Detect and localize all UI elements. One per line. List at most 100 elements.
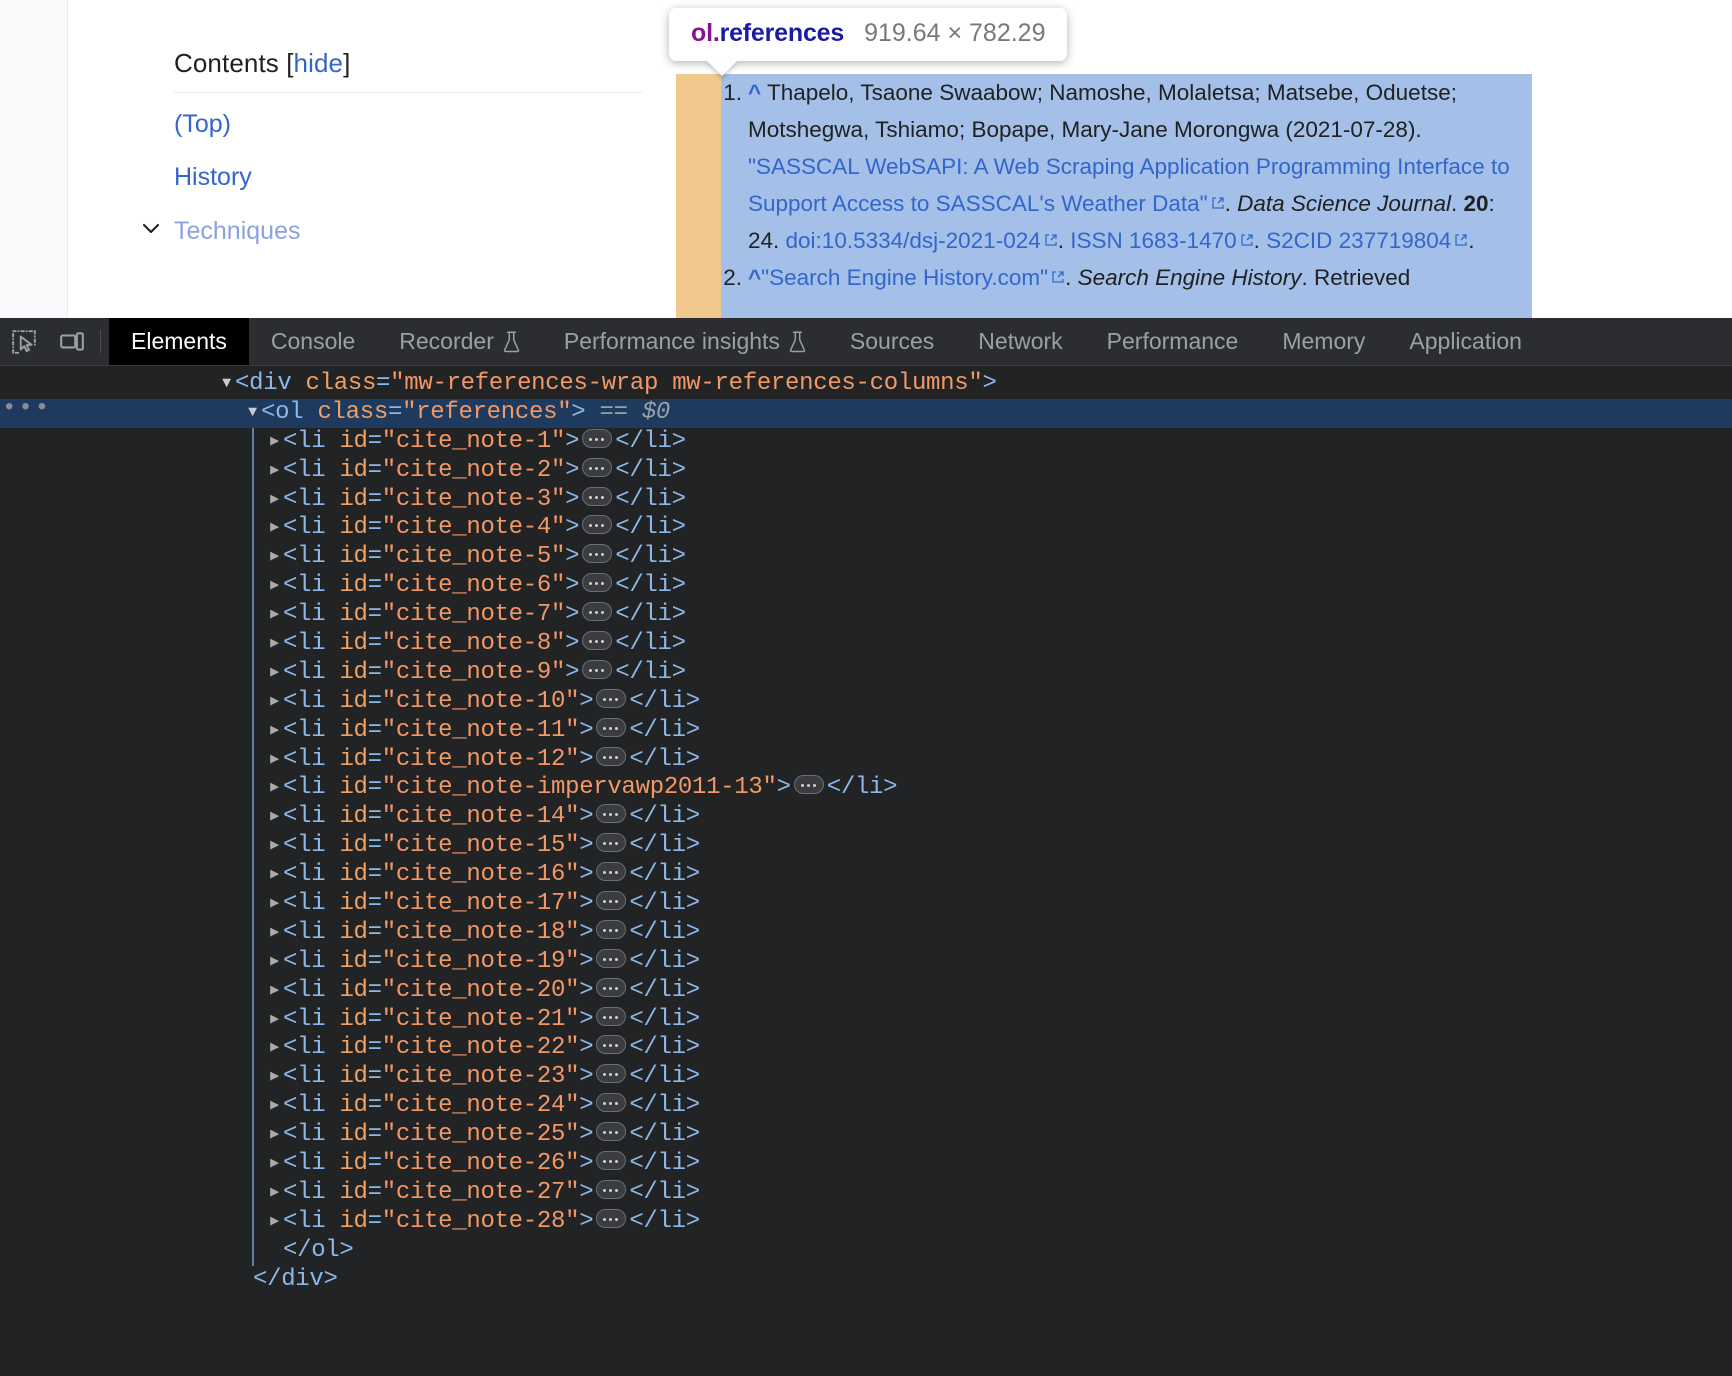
expand-children-ellipsis[interactable]	[596, 1151, 626, 1170]
tab-elements[interactable]: Elements	[109, 318, 249, 365]
toc-item-history[interactable]: History	[174, 162, 644, 193]
dom-row-cite_note-8[interactable]: ▶<li id="cite_note-8"></li>	[0, 630, 1732, 659]
dom-row-cite_note-27[interactable]: ▶<li id="cite_note-27"></li>	[0, 1179, 1732, 1208]
triangle-right-icon[interactable]: ▶	[266, 572, 283, 601]
triangle-right-icon[interactable]: ▶	[266, 1150, 283, 1179]
dom-row-cite_note-17[interactable]: ▶<li id="cite_note-17"></li>	[0, 890, 1732, 919]
expand-children-ellipsis[interactable]	[596, 804, 626, 823]
triangle-right-icon[interactable]: ▶	[266, 1121, 283, 1150]
expand-children-ellipsis[interactable]	[596, 747, 626, 766]
triangle-right-icon[interactable]: ▶	[266, 1092, 283, 1121]
triangle-right-icon[interactable]: ▶	[266, 919, 283, 948]
dom-row-cite_note-14[interactable]: ▶<li id="cite_note-14"></li>	[0, 803, 1732, 832]
expand-children-ellipsis[interactable]	[596, 949, 626, 968]
dom-row-cite_note-4[interactable]: ▶<li id="cite_note-4"></li>	[0, 514, 1732, 543]
dom-row-cite_note-7[interactable]: ▶<li id="cite_note-7"></li>	[0, 601, 1732, 630]
expand-children-ellipsis[interactable]	[596, 833, 626, 852]
dom-row-cite_note-26[interactable]: ▶<li id="cite_note-26"></li>	[0, 1150, 1732, 1179]
dom-row-cite_note-24[interactable]: ▶<li id="cite_note-24"></li>	[0, 1092, 1732, 1121]
dom-row-cite_note-12[interactable]: ▶<li id="cite_note-12"></li>	[0, 746, 1732, 775]
expand-children-ellipsis[interactable]	[596, 891, 626, 910]
triangle-right-icon[interactable]: ▶	[266, 861, 283, 890]
expand-children-ellipsis[interactable]	[582, 458, 612, 477]
dom-row-cite_note-11[interactable]: ▶<li id="cite_note-11"></li>	[0, 717, 1732, 746]
expand-children-ellipsis[interactable]	[596, 1122, 626, 1141]
tab-application[interactable]: Application	[1387, 318, 1544, 365]
triangle-right-icon[interactable]: ▶	[266, 601, 283, 630]
triangle-right-icon[interactable]: ▶	[266, 717, 283, 746]
tab-recorder[interactable]: Recorder	[377, 318, 542, 365]
triangle-right-icon[interactable]: ▶	[266, 688, 283, 717]
dom-row-cite_note-19[interactable]: ▶<li id="cite_note-19"></li>	[0, 948, 1732, 977]
toc-item-techniques[interactable]: Techniques	[174, 216, 644, 247]
toc-hide-link[interactable]: hide	[294, 48, 344, 78]
expand-children-ellipsis[interactable]	[596, 978, 626, 997]
expand-children-ellipsis[interactable]	[596, 1180, 626, 1199]
reference-backlink-caret[interactable]: ^	[748, 80, 761, 105]
triangle-right-icon[interactable]: ▶	[266, 1179, 283, 1208]
triangle-right-icon[interactable]: ▶	[266, 832, 283, 861]
expand-children-ellipsis[interactable]	[582, 660, 612, 679]
dom-row-cite_note-16[interactable]: ▶<li id="cite_note-16"></li>	[0, 861, 1732, 890]
chevron-down-icon[interactable]	[140, 217, 162, 239]
reference-title-link[interactable]: "Search Engine History.com"	[761, 265, 1048, 290]
dom-row-cite_note-6[interactable]: ▶<li id="cite_note-6"></li>	[0, 572, 1732, 601]
triangle-right-icon[interactable]: ▶	[266, 774, 283, 803]
triangle-right-icon[interactable]: ▶	[266, 630, 283, 659]
dom-row-cite_note-1[interactable]: ▶<li id="cite_note-1"></li>	[0, 428, 1732, 457]
dom-row[interactable]: ▼<ol class="references"> == $0	[0, 399, 1732, 428]
tab-network[interactable]: Network	[956, 318, 1084, 365]
tab-performance[interactable]: Performance	[1085, 318, 1261, 365]
expand-children-ellipsis[interactable]	[596, 1209, 626, 1228]
expand-children-ellipsis[interactable]	[582, 487, 612, 506]
expand-children-ellipsis[interactable]	[596, 1007, 626, 1026]
dom-row-cite_note-20[interactable]: ▶<li id="cite_note-20"></li>	[0, 977, 1732, 1006]
reference-s2cid-link[interactable]: S2CID 237719804	[1266, 228, 1451, 253]
expand-children-ellipsis[interactable]	[582, 602, 612, 621]
triangle-down-icon[interactable]: ▼	[218, 370, 235, 399]
triangle-right-icon[interactable]: ▶	[266, 1034, 283, 1063]
expand-children-ellipsis[interactable]	[596, 718, 626, 737]
dom-row-cite_note-9[interactable]: ▶<li id="cite_note-9"></li>	[0, 659, 1732, 688]
inspect-element-icon[interactable]	[0, 318, 48, 365]
dom-row-cite_note-21[interactable]: ▶<li id="cite_note-21"></li>	[0, 1006, 1732, 1035]
expand-children-ellipsis[interactable]	[596, 1035, 626, 1054]
tab-sources[interactable]: Sources	[828, 318, 956, 365]
tab-console[interactable]: Console	[249, 318, 377, 365]
toc-item-top[interactable]: (Top)	[174, 109, 644, 140]
triangle-right-icon[interactable]: ▶	[266, 457, 283, 486]
dom-row-cite_note-18[interactable]: ▶<li id="cite_note-18"></li>	[0, 919, 1732, 948]
dom-row-cite_note-15[interactable]: ▶<li id="cite_note-15"></li>	[0, 832, 1732, 861]
expand-children-ellipsis[interactable]	[596, 862, 626, 881]
triangle-right-icon[interactable]: ▶	[266, 803, 283, 832]
dom-row[interactable]: </ol>	[0, 1237, 1732, 1266]
expand-children-ellipsis[interactable]	[582, 515, 612, 534]
expand-children-ellipsis[interactable]	[582, 573, 612, 592]
expand-children-ellipsis[interactable]	[596, 1064, 626, 1083]
dom-row-cite_note-23[interactable]: ▶<li id="cite_note-23"></li>	[0, 1063, 1732, 1092]
tab-performance-insights[interactable]: Performance insights	[542, 318, 828, 365]
dom-row-cite_note-3[interactable]: ▶<li id="cite_note-3"></li>	[0, 486, 1732, 515]
tab-memory[interactable]: Memory	[1260, 318, 1387, 365]
triangle-right-icon[interactable]: ▶	[266, 1063, 283, 1092]
device-toolbar-icon[interactable]	[48, 318, 96, 365]
reference-backlink-caret[interactable]: ^	[748, 265, 761, 290]
dom-row-cite_note-2[interactable]: ▶<li id="cite_note-2"></li>	[0, 457, 1732, 486]
triangle-down-icon[interactable]: ▼	[244, 399, 261, 428]
triangle-right-icon[interactable]: ▶	[266, 1208, 283, 1237]
dom-row[interactable]: </div>	[0, 1266, 1732, 1295]
dom-row-cite_note-28[interactable]: ▶<li id="cite_note-28"></li>	[0, 1208, 1732, 1237]
triangle-right-icon[interactable]: ▶	[266, 428, 283, 457]
triangle-right-icon[interactable]: ▶	[266, 543, 283, 572]
reference-issn-link[interactable]: ISSN 1683-1470	[1070, 228, 1236, 253]
triangle-right-icon[interactable]: ▶	[266, 890, 283, 919]
expand-children-ellipsis[interactable]	[582, 544, 612, 563]
dom-row-cite_note-25[interactable]: ▶<li id="cite_note-25"></li>	[0, 1121, 1732, 1150]
expand-children-ellipsis[interactable]	[596, 920, 626, 939]
triangle-right-icon[interactable]: ▶	[266, 746, 283, 775]
dom-row-cite_note-22[interactable]: ▶<li id="cite_note-22"></li>	[0, 1034, 1732, 1063]
triangle-right-icon[interactable]: ▶	[266, 514, 283, 543]
reference-doi-link[interactable]: doi:10.5334/dsj-2021-024	[786, 228, 1041, 253]
triangle-right-icon[interactable]: ▶	[266, 948, 283, 977]
dom-row-cite_note-10[interactable]: ▶<li id="cite_note-10"></li>	[0, 688, 1732, 717]
